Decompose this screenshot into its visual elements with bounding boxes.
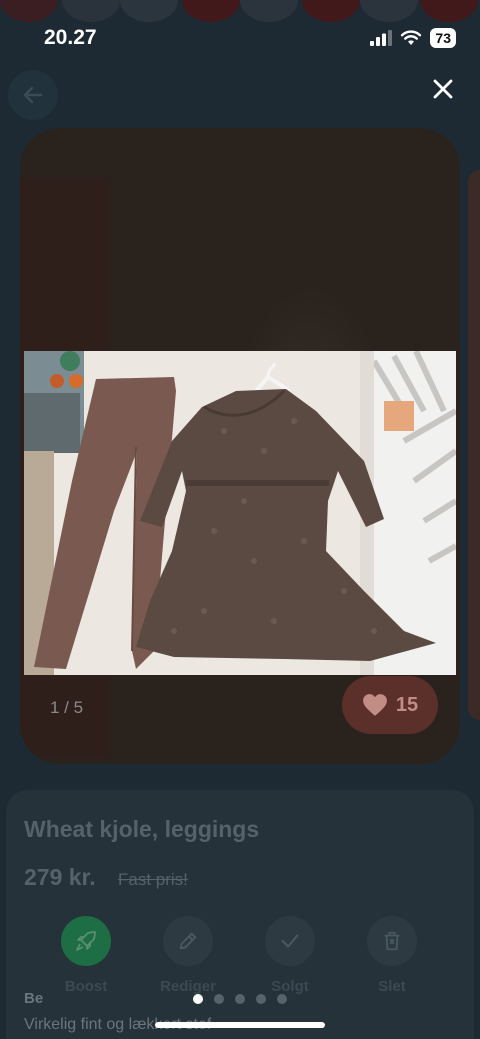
boost-action[interactable]: Boost — [36, 916, 136, 995]
page-dot[interactable] — [277, 994, 287, 1004]
listing-price: 279 kr. — [24, 864, 96, 890]
home-indicator[interactable] — [155, 1022, 325, 1028]
boost-label: Boost — [64, 978, 108, 995]
battery-indicator: 73 — [430, 28, 456, 48]
edit-label: Rediger — [160, 978, 216, 995]
edit-button[interactable] — [163, 916, 213, 966]
status-time: 20.27 — [44, 26, 97, 49]
signal-icon — [370, 30, 393, 46]
page-dot[interactable] — [235, 994, 245, 1004]
checkmark-icon — [281, 934, 299, 948]
sold-label: Solgt — [271, 978, 309, 995]
next-image-peek — [468, 170, 480, 720]
heart-icon — [362, 694, 387, 716]
delete-button[interactable] — [367, 916, 417, 966]
photo-dress-and-leggings — [24, 351, 456, 675]
back-button[interactable] — [8, 70, 58, 120]
trash-icon — [384, 931, 400, 951]
wifi-icon — [401, 30, 422, 45]
close-icon — [433, 79, 453, 99]
edit-action[interactable]: Rediger — [138, 916, 238, 995]
action-bar: Boost Rediger Solgt Slet — [24, 916, 456, 1006]
price-type: Fast pris! — [118, 870, 188, 889]
delete-action[interactable]: Slet — [342, 916, 442, 995]
delete-label: Slet — [378, 978, 406, 995]
like-button[interactable]: 15 — [342, 676, 438, 734]
rocket-icon — [76, 931, 96, 951]
page-dot[interactable] — [214, 994, 224, 1004]
image-counter: 1 / 5 — [50, 698, 84, 717]
pencil-icon — [179, 932, 197, 950]
page-dot[interactable] — [193, 994, 203, 1004]
listing-photo — [24, 351, 456, 675]
boost-button[interactable] — [61, 916, 111, 966]
status-bar: 20.27 73 — [0, 0, 480, 60]
status-icons: 73 — [370, 28, 456, 48]
sold-action[interactable]: Solgt — [240, 916, 340, 995]
like-count: 15 — [395, 693, 419, 716]
close-button[interactable] — [430, 76, 456, 102]
page-dot[interactable] — [256, 994, 266, 1004]
sold-button[interactable] — [265, 916, 315, 966]
page-indicator — [0, 994, 480, 1004]
arrow-left-icon — [23, 86, 43, 104]
listing-title: Wheat kjole, leggings — [24, 816, 260, 842]
